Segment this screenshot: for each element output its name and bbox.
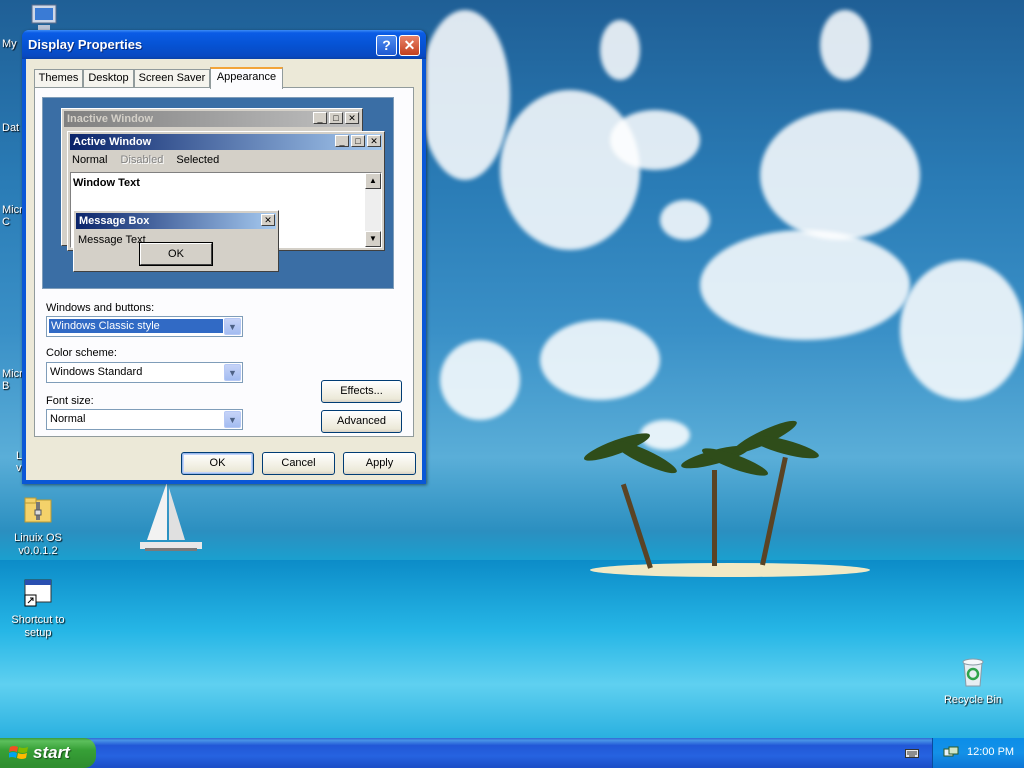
cloud xyxy=(760,110,920,240)
chevron-down-icon[interactable]: ▼ xyxy=(224,364,241,381)
preview-menu-disabled: Disabled xyxy=(120,154,164,166)
maximize-icon: □ xyxy=(329,112,343,124)
tab-themes[interactable]: Themes xyxy=(34,69,83,87)
tab-screen-saver[interactable]: Screen Saver xyxy=(134,69,210,87)
chevron-down-icon[interactable]: ▼ xyxy=(224,411,241,428)
cloud xyxy=(440,340,520,420)
display-properties-window: Display Properties ? ✕ Themes Desktop Sc… xyxy=(22,30,426,484)
scroll-up-icon: ▲ xyxy=(365,173,381,189)
recycle-bin-icon xyxy=(962,658,984,687)
desktop-icon-label: My xyxy=(2,38,17,50)
desktop-icon-label: Recycle Bin xyxy=(943,694,1003,706)
system-tray: 12:00 PM xyxy=(932,738,1024,768)
cloud xyxy=(540,320,660,400)
sailboat xyxy=(140,482,202,551)
close-icon: ✕ xyxy=(345,112,359,124)
preview-menu-normal: Normal xyxy=(72,154,108,166)
desktop-icon-label: Linuix OS v0.0.1.2 xyxy=(14,532,62,557)
apply-button[interactable]: Apply xyxy=(343,452,416,475)
cloud xyxy=(420,10,510,180)
desktop-icon-label: Micr C xyxy=(2,204,23,228)
preview-msgbox-title: Message Box xyxy=(76,213,276,229)
setup-shortcut-icon xyxy=(24,579,52,607)
desktop-icon-label: Shortcut to setup xyxy=(11,614,65,639)
cloud xyxy=(900,260,1024,400)
preview-msgbox-ok: OK xyxy=(139,242,213,266)
windows-logo-icon xyxy=(9,746,28,759)
cancel-button[interactable]: Cancel xyxy=(262,452,335,475)
cloud xyxy=(700,230,910,340)
tab-appearance[interactable]: Appearance xyxy=(210,67,283,89)
cloud xyxy=(660,200,710,240)
tab-desktop[interactable]: Desktop xyxy=(83,69,134,87)
minimize-icon: _ xyxy=(313,112,327,124)
close-button[interactable]: ✕ xyxy=(399,35,420,56)
preview-menu-selected: Selected xyxy=(176,154,220,166)
cloud xyxy=(600,20,640,80)
preview-msgbox-text: Message Text xyxy=(78,234,146,246)
desktop-icon-label: Micr B xyxy=(2,368,23,392)
windows-buttons-label: Windows and buttons: xyxy=(46,302,155,314)
cloud xyxy=(500,90,640,250)
desktop-icon-shortcut-setup[interactable]: Shortcut to setup xyxy=(3,576,73,640)
dialog-body: Themes Desktop Screen Saver Appearance I… xyxy=(26,59,422,480)
desktop-icon-linuix-os[interactable]: Linuix OS v0.0.1.2 xyxy=(3,494,73,558)
preview-active-caption-buttons: _ □ ✕ xyxy=(333,135,381,147)
windows-buttons-select[interactable]: Windows Classic style ▼ xyxy=(46,316,243,337)
zip-folder-icon xyxy=(24,497,52,523)
keyboard-icon[interactable] xyxy=(905,747,919,759)
close-icon: ✕ xyxy=(261,214,275,226)
clock[interactable]: 12:00 PM xyxy=(967,746,1014,758)
desktop-icon-recycle-bin[interactable]: Recycle Bin xyxy=(938,656,1008,706)
preview-message-box: Message Box ✕ Message Text OK xyxy=(73,210,279,272)
network-icon[interactable] xyxy=(943,746,959,760)
preview-inactive-caption-buttons: _ □ ✕ xyxy=(311,112,359,124)
palm-trunk xyxy=(620,483,653,569)
desktop-icon-label: Dat xyxy=(2,122,20,134)
palm-trunk xyxy=(712,470,717,566)
scroll-down-icon: ▼ xyxy=(365,231,381,247)
preview-msgbox-caption-buttons: ✕ xyxy=(259,214,275,226)
start-button[interactable]: start xyxy=(0,738,96,768)
chevron-down-icon[interactable]: ▼ xyxy=(224,318,241,335)
appearance-preview: Inactive Window _ □ ✕ Active Window _ □ ✕ No… xyxy=(42,97,394,289)
ok-button[interactable]: OK xyxy=(181,452,254,475)
preview-window-text: Window Text xyxy=(73,177,140,189)
windows-buttons-value: Windows Classic style xyxy=(49,319,223,333)
color-scheme-label: Color scheme: xyxy=(46,347,117,359)
color-scheme-value: Windows Standard xyxy=(50,366,143,378)
font-size-label: Font size: xyxy=(46,395,94,407)
font-size-value: Normal xyxy=(50,413,86,425)
taskbar: start 12:00 PM xyxy=(0,738,1024,768)
preview-menu-row: Normal Disabled Selected xyxy=(72,154,229,166)
start-label: start xyxy=(33,743,70,762)
font-size-select[interactable]: Normal ▼ xyxy=(46,409,243,430)
island xyxy=(590,563,870,577)
cloud xyxy=(610,110,700,170)
effects-button[interactable]: Effects... xyxy=(321,380,402,403)
title-bar[interactable]: Display Properties ? ✕ xyxy=(22,30,426,59)
advanced-button[interactable]: Advanced xyxy=(321,410,402,433)
close-icon: ✕ xyxy=(367,135,381,147)
color-scheme-select[interactable]: Windows Standard ▼ xyxy=(46,362,243,383)
sea xyxy=(0,560,1024,738)
maximize-icon: □ xyxy=(351,135,365,147)
cloud xyxy=(820,10,870,80)
window-title: Display Properties xyxy=(28,37,143,52)
preview-scrollbar: ▲ ▼ xyxy=(365,173,381,247)
minimize-icon: _ xyxy=(335,135,349,147)
help-button[interactable]: ? xyxy=(376,35,397,56)
